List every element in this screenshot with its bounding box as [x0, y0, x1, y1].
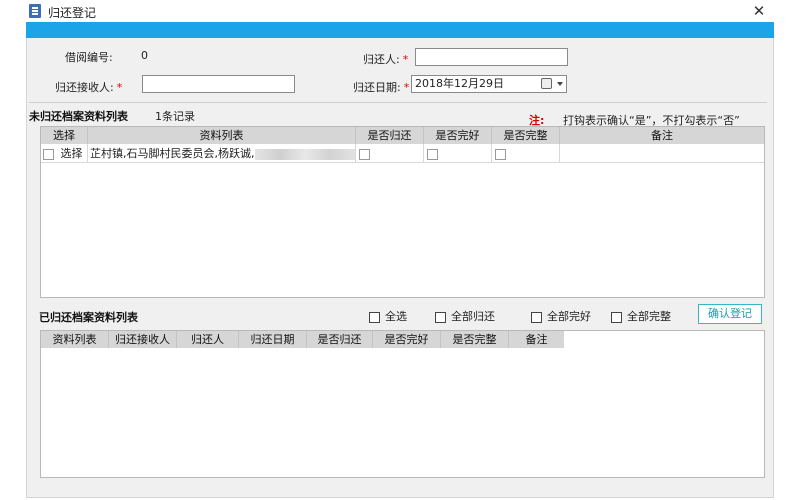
row-material-text: 芷村镇,石马脚村民委员会,杨跃诚,	[90, 147, 255, 160]
row-material-cell: 芷村镇,石马脚村民委员会,杨跃诚,	[88, 144, 356, 163]
row-remark-cell[interactable]	[560, 144, 764, 163]
all-intact-label: 全部完好	[547, 310, 591, 323]
col-returner: 归还人	[177, 331, 239, 348]
returned-grid: 资料列表 归还接收人 归还人 归还日期 是否归还 是否完好 是否完整 备注	[40, 330, 765, 478]
col-return-date: 归还日期	[239, 331, 307, 348]
col-intact: 是否完好	[424, 127, 492, 144]
col-intact: 是否完好	[373, 331, 441, 348]
header-band	[26, 22, 774, 38]
col-select: 选择	[41, 127, 88, 144]
row-intact-cell[interactable]	[424, 144, 492, 163]
title-bar: 归还登记 ✕	[26, 0, 774, 22]
dialog-body: 借阅编号: 0 归还人: * 归还接收人: * 归还日期: * 2018年12月29日…	[26, 38, 774, 498]
col-remark: 备注	[525, 333, 548, 346]
borrow-no-label: 借阅编号:	[65, 51, 113, 64]
row-select-cell[interactable]: 选择	[41, 144, 88, 163]
grid-header: 资料列表 归还接收人 归还人 归还日期 是否归还 是否完好 是否完整 备注	[41, 331, 564, 348]
all-complete-checkbox[interactable]	[611, 311, 622, 323]
returned-checkbox[interactable]	[359, 148, 370, 160]
required-mark: *	[402, 53, 409, 66]
col-material: 资料列表	[41, 331, 109, 348]
row-complete-cell[interactable]	[492, 144, 560, 163]
chevron-down-icon[interactable]	[557, 82, 563, 86]
receiver-input[interactable]	[142, 75, 295, 93]
returned-title: 已归还档案资料列表	[39, 311, 138, 324]
borrow-no-value: 0	[141, 49, 148, 62]
return-date-value: 2018年12月29日	[415, 77, 504, 90]
return-date-picker[interactable]: 2018年12月29日	[411, 75, 567, 93]
all-intact-checkbox[interactable]	[531, 311, 542, 323]
close-button[interactable]: ✕	[748, 1, 770, 21]
record-count: 1条记录	[155, 110, 195, 123]
col-returned: 是否归还	[356, 127, 424, 144]
returner-input[interactable]	[415, 48, 568, 66]
required-mark: *	[403, 81, 410, 94]
window-title: 归还登记	[48, 6, 97, 20]
intact-checkbox[interactable]	[427, 148, 438, 160]
col-complete: 是否完整	[492, 127, 560, 144]
return-date-label: 归还日期: *	[353, 81, 410, 94]
all-intact-option[interactable]: 全部完好	[531, 308, 591, 324]
all-complete-label: 全部完整	[627, 310, 671, 323]
grid-header: 选择 资料列表 是否归还 是否完好 是否完整 备注	[41, 127, 764, 144]
all-returned-checkbox[interactable]	[435, 311, 446, 323]
col-remark: 备注	[651, 129, 673, 142]
table-row[interactable]: 选择 芷村镇,石马脚村民委员会,杨跃诚,	[41, 144, 764, 163]
divider	[29, 102, 767, 103]
all-returned-label: 全部归还	[451, 310, 495, 323]
complete-checkbox[interactable]	[495, 148, 506, 160]
calendar-icon[interactable]	[541, 78, 552, 89]
unreturned-grid: 选择 资料列表 是否归还 是否完好 是否完整 备注 选择 芷村镇,石马脚村民委员…	[40, 126, 765, 298]
required-mark: *	[116, 81, 123, 94]
document-icon	[29, 4, 41, 18]
select-all-checkbox[interactable]	[369, 311, 380, 323]
confirm-register-button[interactable]: 确认登记	[698, 304, 762, 324]
row-select-label: 选择	[60, 147, 83, 160]
redacted-text	[254, 148, 355, 160]
col-material: 资料列表	[88, 127, 356, 144]
unreturned-title: 未归还档案资料列表	[29, 110, 128, 123]
row-returned-cell[interactable]	[356, 144, 424, 163]
returner-label: 归还人: *	[363, 53, 409, 66]
select-all-option[interactable]: 全选	[369, 308, 407, 324]
col-returned: 是否归还	[307, 331, 373, 348]
receiver-label: 归还接收人: *	[55, 81, 123, 94]
all-returned-option[interactable]: 全部归还	[435, 308, 495, 324]
row-select-checkbox[interactable]	[43, 148, 54, 160]
col-receiver: 归还接收人	[109, 331, 177, 348]
col-complete: 是否完整	[441, 331, 509, 348]
all-complete-option[interactable]: 全部完整	[611, 308, 671, 324]
select-all-label: 全选	[385, 310, 407, 323]
